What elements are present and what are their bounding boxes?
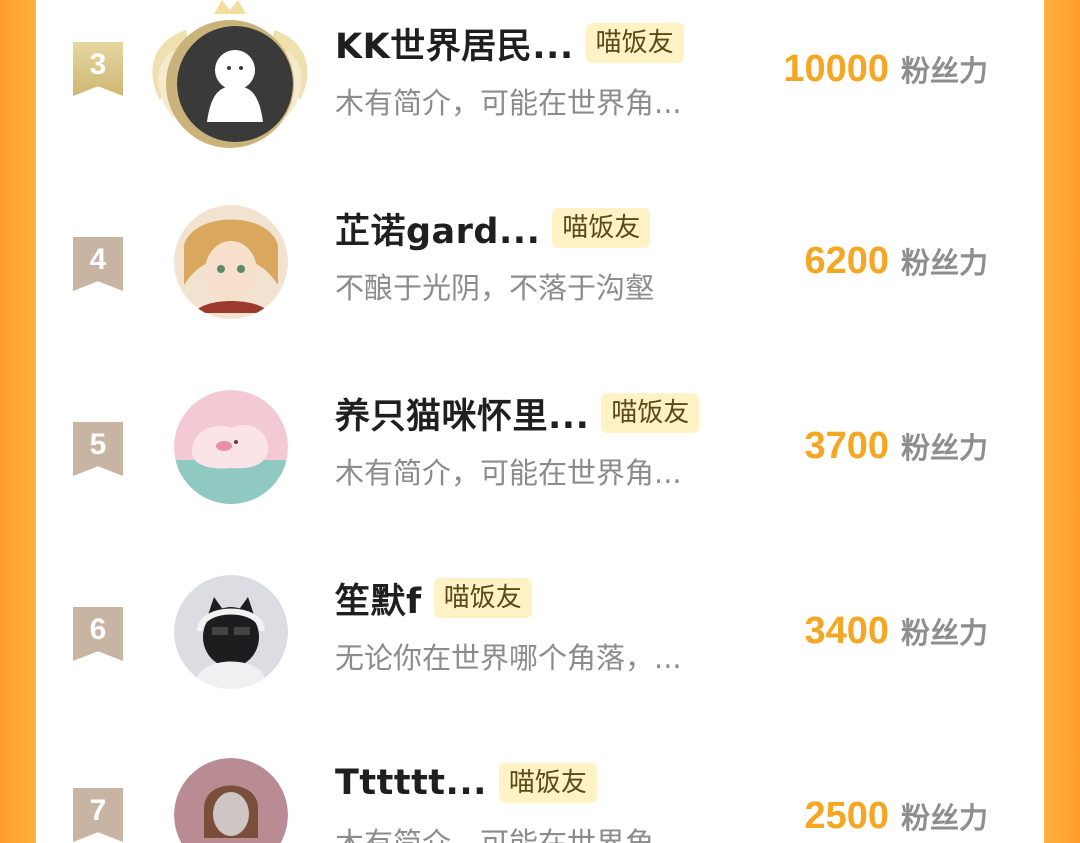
score-unit: 粉丝力 (900, 431, 988, 465)
score-unit: 粉丝力 (900, 246, 988, 280)
score-unit: 粉丝力 (900, 54, 988, 88)
rank-ribbon-badge: 7 (73, 788, 123, 842)
leaderboard-row[interactable]: 6 笙默f 喵饭友 无论你在世界哪个角落，... 3400 粉丝力 (36, 555, 1044, 740)
user-name-line: 笙默f 喵饭友 (335, 573, 532, 623)
user-avatar[interactable] (177, 26, 293, 142)
fan-power-score: 6200 粉丝力 (804, 240, 988, 283)
user-avatar[interactable] (174, 390, 288, 504)
score-unit: 粉丝力 (900, 616, 988, 650)
rank-ribbon-badge: 4 (73, 237, 123, 291)
user-name-line: 养只猫咪怀里... 喵饭友 (335, 388, 700, 439)
user-name-line: KK世界居民... 喵饭友 (335, 18, 684, 68)
fan-power-score: 10000 粉丝力 (783, 48, 988, 91)
fan-power-score: 3700 粉丝力 (804, 425, 988, 468)
fan-leaderboard-list: 3 KK世界居民... 喵饭友 木有简介，可能在世界角... 10000 粉丝力… (36, 0, 1044, 843)
user-intro: 木有简介，可能在世界角... (335, 826, 682, 843)
score-value: 2500 (804, 795, 889, 837)
fan-badge: 喵饭友 (601, 393, 700, 433)
fan-power-score: 3400 粉丝力 (804, 610, 988, 653)
score-value: 10000 (783, 48, 889, 90)
user-intro: 无论你在世界哪个角落，... (335, 641, 682, 675)
fan-badge: 喵饭友 (552, 208, 651, 248)
user-avatar[interactable] (174, 758, 288, 843)
user-name[interactable]: 养只猫咪怀里... (335, 388, 589, 439)
user-name-line: Tttttt... 喵饭友 (335, 758, 597, 808)
score-value: 6200 (804, 240, 889, 282)
fan-power-score: 2500 粉丝力 (804, 795, 988, 838)
user-avatar[interactable] (174, 575, 288, 689)
leaderboard-row[interactable]: 7 Tttttt... 喵饭友 木有简介，可能在世界角... 2500 粉丝力 (36, 740, 1044, 843)
fan-badge: 喵饭友 (585, 23, 684, 63)
user-intro: 木有简介，可能在世界角... (335, 86, 682, 120)
user-name[interactable]: 芷诺gard... (335, 203, 540, 254)
leaderboard-row[interactable]: 3 KK世界居民... 喵饭友 木有简介，可能在世界角... 10000 粉丝力 (36, 0, 1044, 185)
leaderboard-row[interactable]: 4 芷诺gard... 喵饭友 不酿于光阴，不落于沟壑 6200 粉丝力 (36, 185, 1044, 370)
user-name[interactable]: KK世界居民... (335, 18, 574, 69)
user-name[interactable]: 笙默f (335, 573, 422, 624)
user-intro: 不酿于光阴，不落于沟壑 (335, 271, 655, 305)
leaderboard-row[interactable]: 5 养只猫咪怀里... 喵饭友 木有简介，可能在世界角... 3700 粉丝力 (36, 370, 1044, 555)
rank-ribbon-badge: 5 (73, 422, 123, 476)
user-avatar[interactable] (174, 205, 288, 319)
fan-badge: 喵饭友 (498, 763, 597, 803)
score-value: 3700 (804, 425, 889, 467)
rank-ribbon-badge: 3 (73, 42, 123, 96)
score-unit: 粉丝力 (900, 801, 988, 835)
rank-ribbon-badge: 6 (73, 607, 123, 661)
fan-badge: 喵饭友 (433, 578, 532, 618)
user-intro: 木有简介，可能在世界角... (335, 456, 682, 490)
user-name[interactable]: Tttttt... (335, 763, 487, 803)
score-value: 3400 (804, 610, 889, 652)
user-name-line: 芷诺gard... 喵饭友 (335, 203, 651, 254)
